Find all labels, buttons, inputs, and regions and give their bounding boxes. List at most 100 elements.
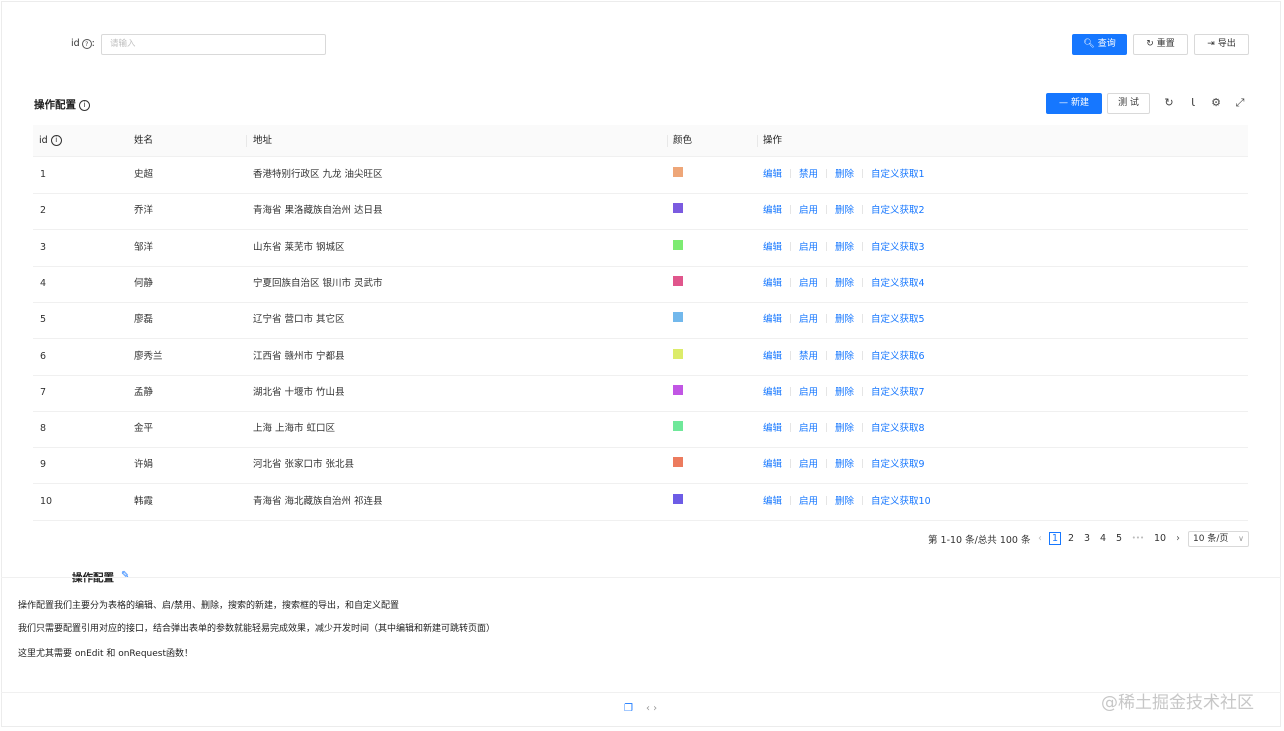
pagination-page-4[interactable]: 4 [1098, 532, 1108, 545]
pagination-page-2[interactable]: 2 [1066, 532, 1076, 545]
copy-icon[interactable]: ❐ [624, 703, 633, 714]
pagination-prev-icon[interactable]: ‹ [1035, 532, 1045, 545]
custom-fetch-link[interactable]: 自定义获取3 [871, 242, 925, 253]
edit-link[interactable]: 编辑 [763, 496, 782, 507]
pagination-page-3[interactable]: 3 [1082, 532, 1092, 545]
color-swatch [673, 312, 683, 323]
cell-id: 2 [40, 205, 47, 217]
action-separator [826, 350, 828, 360]
refresh-icon[interactable]: ↻ [1163, 97, 1175, 109]
edit-link[interactable]: 编辑 [763, 205, 782, 216]
column-separator [667, 135, 668, 147]
action-separator [862, 350, 864, 360]
cell-id: 4 [40, 277, 47, 289]
delete-link[interactable]: 删除 [835, 205, 854, 216]
table-row: 9 许娟 河北省 张家口市 张北县 编辑 启用 删除 自定义获取9 [33, 447, 1248, 485]
cell-address: 山东省 莱芜市 钢城区 [253, 241, 345, 253]
column-header-address[interactable]: 地址 [253, 125, 272, 156]
action-separator [826, 386, 828, 396]
toggle-status-link[interactable]: 启用 [799, 205, 818, 216]
code-icon[interactable]: ‹ › [646, 703, 657, 714]
edit-link[interactable]: 编辑 [763, 169, 782, 180]
row-actions: 编辑 启用 删除 自定义获取4 [763, 266, 925, 302]
info-icon[interactable]: i [79, 100, 90, 111]
edit-link[interactable]: 编辑 [763, 423, 782, 434]
action-separator [790, 169, 792, 178]
action-separator [826, 169, 828, 178]
action-separator [826, 205, 828, 215]
delete-link[interactable]: 删除 [835, 169, 854, 180]
page-size-select[interactable]: 10 条/页 ∨ [1188, 531, 1249, 547]
table-header: id i 姓名 地址 颜色 操作 [33, 125, 1248, 157]
delete-link[interactable]: 删除 [835, 459, 854, 470]
toggle-status-link[interactable]: 启用 [799, 278, 818, 289]
edit-icon[interactable]: ✎ [121, 570, 129, 581]
custom-fetch-link[interactable]: 自定义获取9 [871, 459, 925, 470]
test-button[interactable]: 测 试 [1107, 93, 1150, 114]
pagination-page-5[interactable]: 5 [1114, 532, 1124, 545]
reset-button[interactable]: ↻ 重置 [1133, 34, 1188, 55]
custom-fetch-link[interactable]: 自定义获取7 [871, 387, 925, 398]
custom-fetch-link[interactable]: 自定义获取2 [871, 205, 925, 216]
new-button[interactable]: — 新建 [1046, 93, 1102, 114]
pagination-page-1[interactable]: 1 [1049, 532, 1061, 545]
cell-id: 8 [40, 423, 47, 435]
column-header-actions: 操作 [763, 135, 783, 146]
delete-link[interactable]: 删除 [835, 242, 854, 253]
custom-fetch-link[interactable]: 自定义获取5 [871, 314, 925, 325]
custom-fetch-link[interactable]: 自定义获取4 [871, 278, 925, 289]
action-separator [826, 423, 828, 433]
column-header-color[interactable]: 颜色 [673, 125, 692, 156]
cell-id: 5 [40, 314, 47, 326]
toggle-status-link[interactable]: 启用 [799, 314, 818, 325]
density-icon[interactable]: Ɩ [1187, 97, 1199, 109]
edit-link[interactable]: 编辑 [763, 242, 782, 253]
toggle-status-link[interactable]: 禁用 [799, 351, 818, 362]
pagination-page-10[interactable]: 10 [1152, 532, 1168, 545]
toggle-status-link[interactable]: 启用 [799, 496, 818, 507]
edit-link[interactable]: 编辑 [763, 459, 782, 470]
cell-id: 3 [40, 241, 47, 253]
action-separator [862, 169, 864, 178]
action-separator [826, 495, 828, 505]
toggle-status-link[interactable]: 禁用 [799, 169, 818, 180]
color-swatch [673, 203, 683, 214]
custom-fetch-link[interactable]: 自定义获取8 [871, 423, 925, 434]
custom-fetch-link[interactable]: 自定义获取10 [871, 496, 931, 507]
column-header-name[interactable]: 姓名 [134, 125, 153, 156]
edit-link[interactable]: 编辑 [763, 351, 782, 362]
delete-link[interactable]: 删除 [835, 423, 854, 434]
delete-link[interactable]: 删除 [835, 351, 854, 362]
color-swatch [673, 457, 683, 468]
action-separator [790, 423, 792, 433]
toggle-status-link[interactable]: 启用 [799, 387, 818, 398]
row-actions: 编辑 禁用 删除 自定义获取6 [763, 339, 925, 375]
toggle-status-link[interactable]: 启用 [799, 423, 818, 434]
delete-link[interactable]: 删除 [835, 314, 854, 325]
delete-link[interactable]: 删除 [835, 387, 854, 398]
pagination-ellipsis[interactable]: ••• [1129, 532, 1147, 545]
toggle-status-link[interactable]: 启用 [799, 459, 818, 470]
custom-fetch-link[interactable]: 自定义获取6 [871, 351, 925, 362]
color-swatch [673, 493, 683, 504]
delete-link[interactable]: 删除 [835, 278, 854, 289]
query-button[interactable]: 🔍︎ 查询 [1072, 34, 1127, 55]
action-separator [862, 423, 864, 433]
delete-link[interactable]: 删除 [835, 496, 854, 507]
settings-icon[interactable]: ⚙ [1210, 97, 1222, 109]
edit-link[interactable]: 编辑 [763, 314, 782, 325]
divider [1, 577, 1281, 578]
custom-fetch-link[interactable]: 自定义获取1 [871, 169, 925, 180]
cell-address: 辽宁省 营口市 其它区 [253, 314, 345, 326]
info-icon[interactable]: i [50, 135, 62, 146]
column-header-id[interactable]: id i [39, 125, 62, 156]
id-search-input[interactable]: 请输入 [101, 34, 326, 55]
help-question-icon[interactable]: ? [81, 38, 92, 49]
row-actions: 编辑 启用 删除 自定义获取9 [763, 447, 925, 483]
edit-link[interactable]: 编辑 [763, 278, 782, 289]
fullscreen-icon[interactable]: ⤢ [1234, 97, 1246, 109]
export-button[interactable]: ⇥ 导出 [1194, 34, 1249, 55]
pagination-next-icon[interactable]: › [1173, 532, 1183, 545]
edit-link[interactable]: 编辑 [763, 387, 782, 398]
toggle-status-link[interactable]: 启用 [799, 242, 818, 253]
